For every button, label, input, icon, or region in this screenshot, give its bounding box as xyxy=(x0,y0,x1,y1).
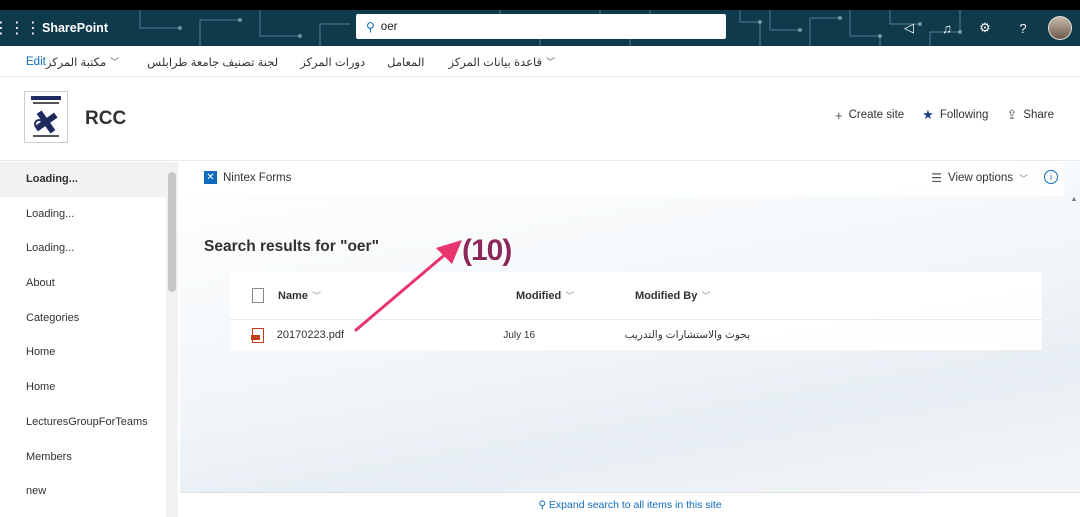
sharepoint-brand[interactable]: SharePoint xyxy=(42,10,108,46)
suite-bar: ⋮⋮⋮ SharePoint ⚲ oer ◁ ♫ ⚙ ? xyxy=(0,10,1080,46)
nav-item-lectures[interactable]: LecturesGroupForTeams xyxy=(0,405,168,440)
share-label: Share xyxy=(1023,109,1054,121)
following-button[interactable]: ★ Following xyxy=(922,107,988,123)
hub-navigation: ﹀ قاعدة بيانات المركز المعامل دورات المر… xyxy=(0,46,1080,77)
modified-by: بحوث والاستشارات والتدريب xyxy=(624,329,750,341)
nintex-icon: ✕ xyxy=(204,171,217,184)
chevron-down-icon: ﹀ xyxy=(1018,173,1028,184)
column-name[interactable]: Name ﹀ xyxy=(278,289,516,302)
hub-item-database[interactable]: ﹀ قاعدة بيانات المركز xyxy=(448,55,559,69)
nav-item-categories[interactable]: Categories xyxy=(0,301,168,336)
nav-item-loading-3[interactable]: Loading... xyxy=(0,231,168,266)
view-options-button[interactable]: ☰ View options ﹀ xyxy=(931,171,1028,185)
table-row[interactable]: 20170223.pdf July 16 بحوث والاستشارات وا… xyxy=(230,320,750,350)
app-launcher-waffle-icon[interactable]: ⋮⋮⋮ xyxy=(0,10,41,46)
left-nav-scrollbar[interactable] xyxy=(166,162,178,517)
nav-item-loading-2[interactable]: Loading... xyxy=(0,197,168,232)
chevron-down-icon: ﹀ xyxy=(311,291,321,301)
nav-item-members[interactable]: Members xyxy=(0,440,168,475)
column-modified[interactable]: Modified ﹀ xyxy=(516,289,635,302)
share-button[interactable]: ⇪ Share xyxy=(1006,107,1054,123)
content-area: ✕ Nintex Forms ☰ View options ﹀ i ▲ Sear… xyxy=(180,162,1080,517)
hub-item-library[interactable]: ﹀ مكتبة المركز xyxy=(46,55,123,69)
hub-item-labs[interactable]: المعامل xyxy=(387,55,424,69)
suite-icons: ◁ ♫ ⚙ ? xyxy=(890,10,1080,46)
avatar[interactable] xyxy=(1048,16,1072,40)
expand-search-link[interactable]: ⚲ Expand search to all items in this sit… xyxy=(180,492,1080,517)
nintex-forms-button[interactable]: ✕ Nintex Forms xyxy=(204,171,291,184)
star-icon: ★ xyxy=(922,107,934,122)
view-options-label: View options xyxy=(947,172,1013,184)
results-grid: Name ﹀ Modified ﹀ Modified By ﹀ 20170223… xyxy=(230,272,1042,350)
search-input[interactable]: oer xyxy=(381,21,398,33)
hub-item-label: قاعدة بيانات المركز xyxy=(448,56,542,69)
nav-item-new[interactable]: new xyxy=(0,474,168,509)
nav-item-home-2[interactable]: Home xyxy=(0,370,168,405)
site-title[interactable]: RCC xyxy=(85,108,126,130)
nav-item-home-1[interactable]: Home xyxy=(0,335,168,370)
bell-icon[interactable]: ♫ xyxy=(928,21,966,36)
create-site-button[interactable]: + Create site xyxy=(835,107,904,123)
scroll-up-arrow-icon[interactable]: ▲ xyxy=(1068,196,1080,203)
lines-icon: ☰ xyxy=(931,171,942,185)
command-bar: ✕ Nintex Forms ☰ View options ﹀ i xyxy=(180,162,1064,196)
column-modified-by[interactable]: Modified By ﹀ xyxy=(635,289,775,302)
expand-search-label: Expand search to all items in this site xyxy=(548,499,722,511)
chevron-down-icon: ﹀ xyxy=(110,57,120,67)
create-site-label: Create site xyxy=(848,109,905,121)
share-icon: ⇪ xyxy=(1006,107,1018,122)
hub-item-committee[interactable]: لجنة تصنيف جامعة طرابلس xyxy=(147,55,278,69)
column-name-label: Name xyxy=(278,289,308,302)
chevron-down-icon: ﹀ xyxy=(565,291,575,301)
hub-item-label: مكتبة المركز xyxy=(45,56,107,69)
hub-item-label: لجنة تصنيف جامعة طرابلس xyxy=(147,56,279,69)
file-name-link[interactable]: 20170223.pdf xyxy=(277,329,504,341)
hub-item-label: المعامل xyxy=(387,56,425,69)
chevron-down-icon: ﹀ xyxy=(701,291,711,301)
hub-edit-link[interactable]: Edit xyxy=(26,56,46,68)
nav-item-about[interactable]: About xyxy=(0,266,168,301)
file-type-cell xyxy=(230,327,277,343)
hub-item-label: Edit xyxy=(26,55,46,68)
following-label: Following xyxy=(939,109,989,121)
column-modified-label: Modified xyxy=(516,289,562,302)
nav-item-loading-1[interactable]: Loading... xyxy=(0,162,168,197)
annotation-label: (10) xyxy=(462,234,512,267)
left-navigation: Loading... Loading... Loading... About C… xyxy=(0,162,168,517)
hub-item-courses[interactable]: دورات المركز xyxy=(300,55,365,69)
chevron-down-icon: ﹀ xyxy=(545,57,555,67)
grid-header: Name ﹀ Modified ﹀ Modified By ﹀ xyxy=(230,272,1042,320)
content-scrollbar[interactable]: ▲ xyxy=(1068,196,1080,496)
info-icon[interactable]: i xyxy=(1044,170,1058,184)
help-icon[interactable]: ? xyxy=(1004,21,1042,36)
site-header: RCC + Create site ★ Following ⇪ Share xyxy=(0,77,1080,161)
file-type-column[interactable] xyxy=(230,288,278,303)
megaphone-icon[interactable]: ◁ xyxy=(890,20,928,36)
search-icon: ⚲ xyxy=(366,19,375,34)
search-icon: ⚲ xyxy=(538,499,549,511)
search-box[interactable]: ⚲ oer xyxy=(356,14,726,39)
nintex-label: Nintex Forms xyxy=(223,171,292,184)
site-logo[interactable] xyxy=(24,91,68,143)
search-results-title: Search results for "oer" xyxy=(204,238,379,255)
gear-icon[interactable]: ⚙ xyxy=(966,20,1004,36)
column-modified-by-label: Modified By xyxy=(635,289,698,302)
plus-icon: + xyxy=(834,107,843,123)
document-icon xyxy=(252,288,264,303)
modified-date: July 16 xyxy=(503,329,536,341)
hub-item-label: دورات المركز xyxy=(300,56,366,69)
pdf-icon xyxy=(251,327,264,343)
scrollbar-thumb[interactable] xyxy=(168,172,176,292)
